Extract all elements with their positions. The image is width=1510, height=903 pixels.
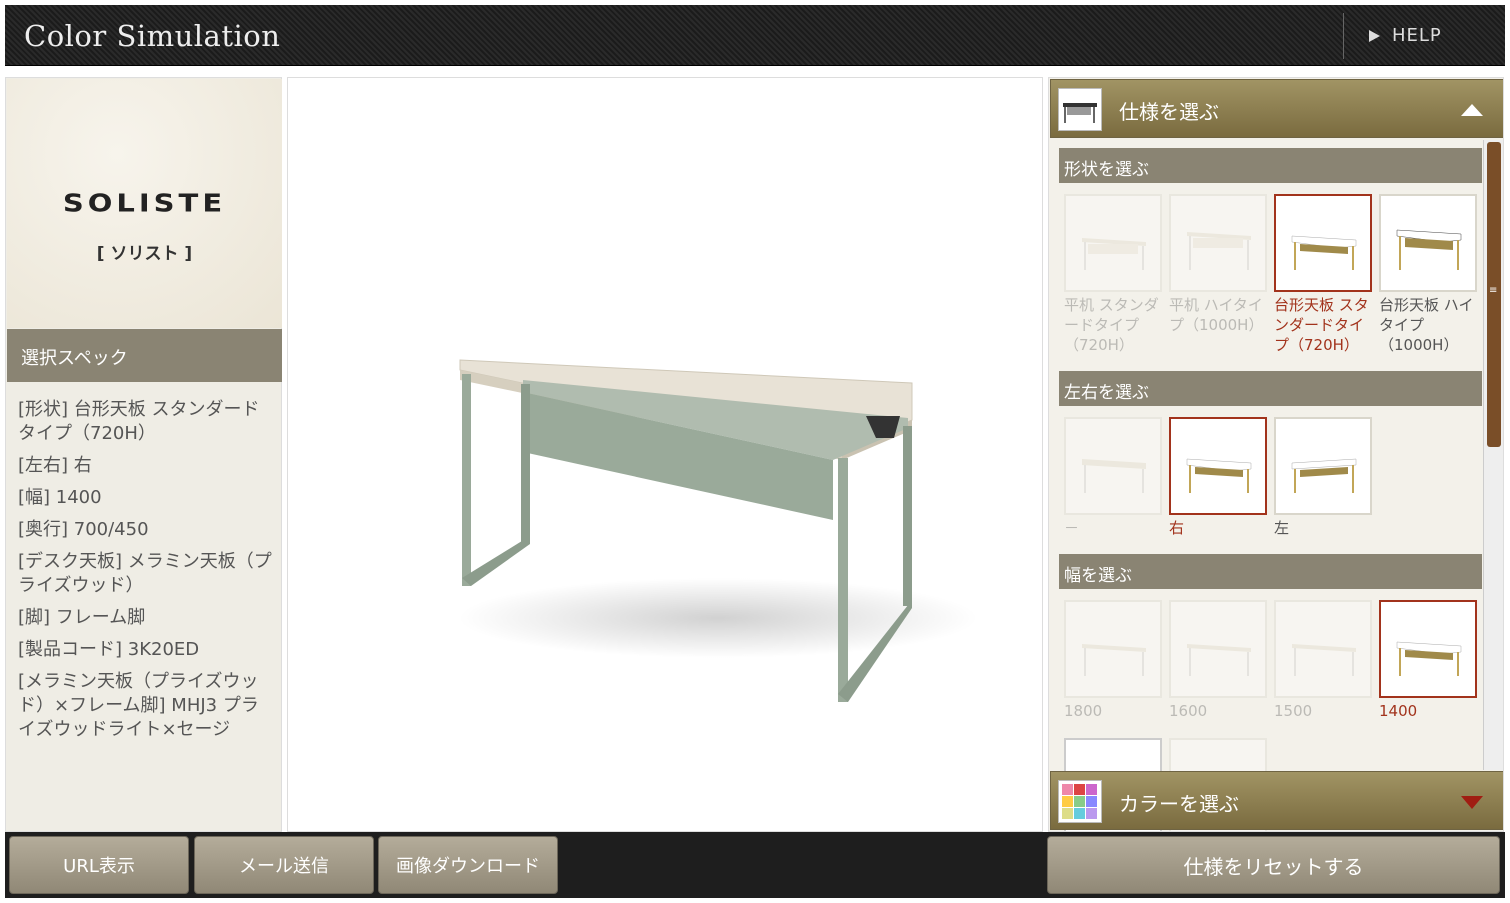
url-button[interactable]: URL表示 (9, 836, 189, 894)
options-scrollbar[interactable]: ≡ (1483, 140, 1503, 770)
brand-banner: SOLISTE [ ソリスト ] (7, 79, 282, 328)
spec-item: [製品コード] 3K20ED (18, 639, 200, 660)
shape-option: 平机 ハイタイプ（1000H） (1169, 194, 1267, 335)
scrollbar-thumb[interactable]: ≡ (1487, 142, 1501, 447)
reset-spec-button[interactable]: 仕様をリセットする (1047, 836, 1500, 894)
spec-item: [デスク天板] メラミン天板（プライズウッド） (18, 551, 272, 596)
width-option-selected[interactable]: 1400 (1379, 600, 1477, 721)
spec-item: [左右] 右 (18, 455, 92, 476)
shape-option[interactable]: 台形天板 ハイタイプ（1000H） (1379, 194, 1477, 355)
spec-item: [奥行] 700/450 (18, 519, 149, 540)
spec-item: [メラミン天板（プライズウッド）×フレーム脚] MHJ3 プライズウッドライト×… (18, 671, 259, 740)
grip-icon: ≡ (1489, 285, 1498, 296)
color-accordion[interactable]: カラーを選ぶ (1050, 771, 1503, 830)
width-option: 1500 (1274, 600, 1372, 721)
spec-panel: SOLISTE [ ソリスト ] 選択スペック [形状] 台形天板 スタンダード… (5, 77, 282, 832)
spec-item: [幅] 1400 (18, 487, 102, 508)
help-label: HELP (1392, 25, 1442, 46)
desk-preview-image (458, 359, 978, 702)
side-option: － (1064, 417, 1162, 538)
preview-area (287, 77, 1043, 832)
color-palette-icon (1058, 780, 1102, 823)
spec-accordion[interactable]: 仕様を選ぶ (1050, 79, 1503, 138)
download-image-button[interactable]: 画像ダウンロード (378, 836, 558, 894)
play-icon (1369, 29, 1380, 42)
expand-arrow-icon[interactable] (1461, 796, 1483, 809)
spec-list: [形状] 台形天板 スタンダードタイプ（720H） [左右] 右 [幅] 140… (18, 398, 276, 750)
app-window: Color Simulation HELP SOLISTE [ ソリスト ] 選… (0, 0, 1510, 903)
footer-bar: URL表示 メール送信 画像ダウンロード 仕様をリセットする (5, 832, 1505, 898)
collapse-arrow-icon[interactable] (1461, 104, 1483, 116)
app-title: Color Simulation (24, 19, 281, 53)
shape-option-selected[interactable]: 台形天板 スタンダードタイプ（720H） (1274, 194, 1372, 355)
width-option: 1800 (1064, 600, 1162, 721)
mail-button[interactable]: メール送信 (194, 836, 374, 894)
color-accordion-label: カラーを選ぶ (1119, 792, 1239, 816)
width-heading: 幅を選ぶ (1059, 554, 1482, 589)
shape-heading: 形状を選ぶ (1059, 148, 1482, 183)
side-option[interactable]: 左 (1274, 417, 1372, 538)
shape-option: 平机 スタンダードタイプ（720H） (1064, 194, 1162, 355)
header-bar: Color Simulation HELP (5, 5, 1505, 66)
side-option-selected[interactable]: 右 (1169, 417, 1267, 538)
width-option: 1600 (1169, 600, 1267, 721)
spec-item: [脚] フレーム脚 (18, 607, 146, 628)
options-panel: 仕様を選ぶ 形状を選ぶ 平机 スタンダードタイプ（720H） 平机 ハイタイプ（… (1048, 77, 1504, 832)
spec-accordion-label: 仕様を選ぶ (1119, 100, 1219, 124)
brand-logo: SOLISTE (62, 188, 227, 218)
header-divider (1343, 13, 1344, 59)
help-button[interactable]: HELP (1369, 25, 1442, 46)
spec-heading: 選択スペック (7, 329, 282, 382)
spec-thumbnail-icon (1058, 88, 1102, 131)
side-heading: 左右を選ぶ (1059, 371, 1482, 406)
spec-item: [形状] 台形天板 スタンダードタイプ（720H） (18, 399, 260, 444)
brand-kana: [ ソリスト ] (96, 244, 193, 264)
